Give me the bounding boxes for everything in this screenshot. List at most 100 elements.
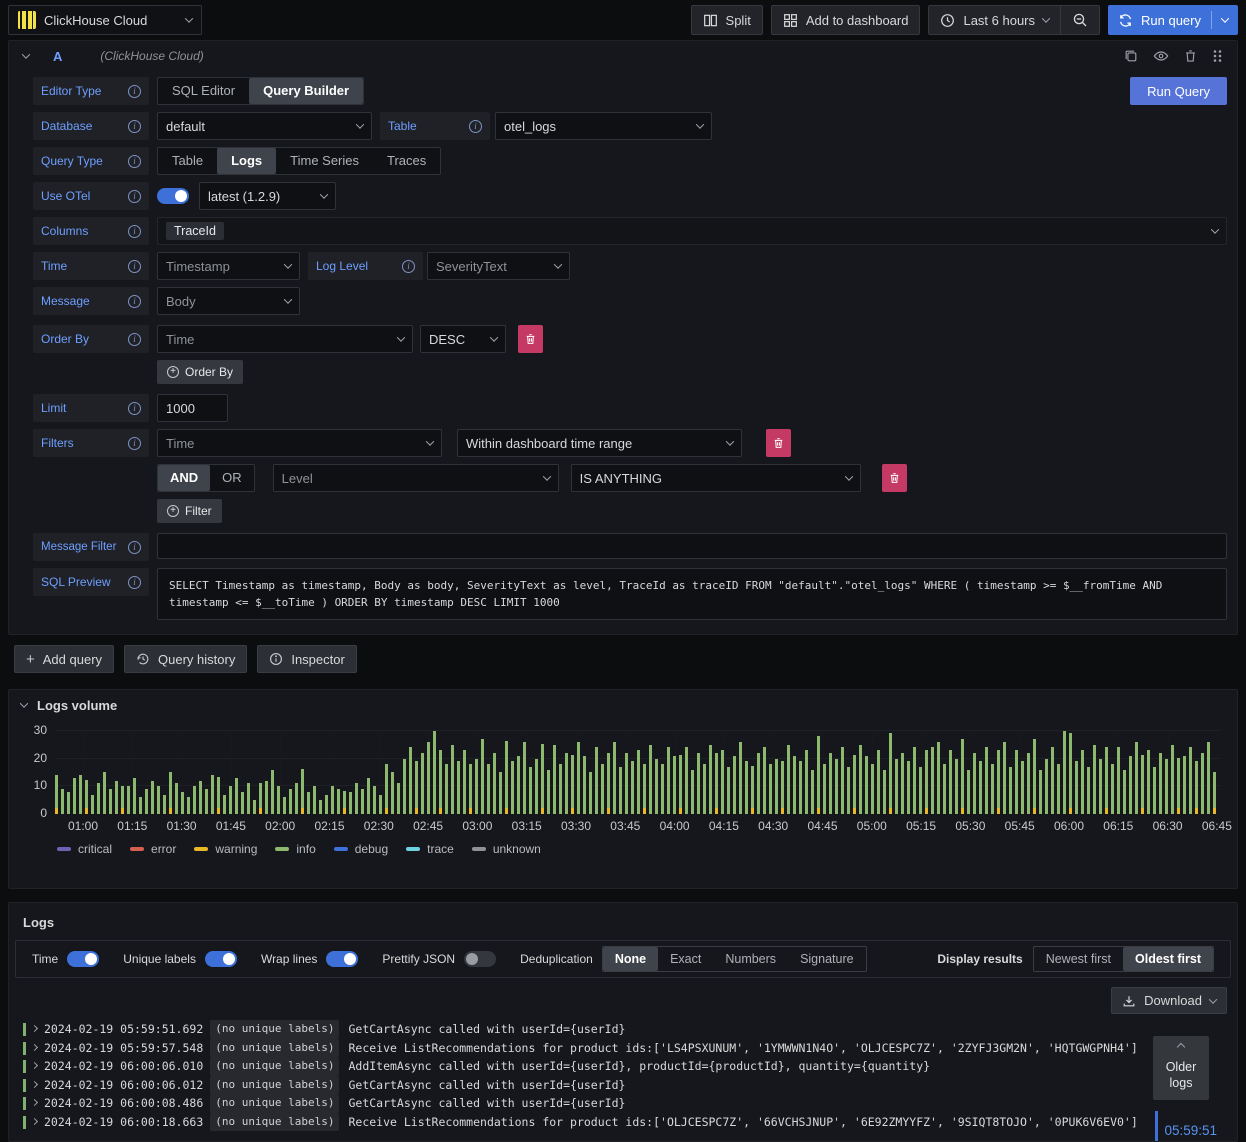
log-level-select[interactable]: SeverityText	[427, 252, 570, 280]
dedup-none[interactable]: None	[602, 947, 659, 971]
expand-row-chevron-icon[interactable]	[30, 1024, 39, 1033]
time-toggle[interactable]	[67, 951, 100, 967]
older-logs-button[interactable]: Older logs	[1153, 1036, 1209, 1100]
download-button[interactable]: Download	[1111, 987, 1227, 1014]
log-row[interactable]: 2024-02-19 06:00:06.012 (no unique labels…	[23, 1075, 1233, 1094]
dedup-exact[interactable]: Exact	[658, 947, 713, 971]
chevron-down-icon[interactable]	[1220, 14, 1230, 23]
query-type-time-series[interactable]: Time Series	[276, 148, 373, 174]
expand-row-chevron-icon[interactable]	[30, 1061, 39, 1070]
query-type-table[interactable]: Table	[158, 148, 217, 174]
add-query-button[interactable]: Add query	[14, 645, 115, 673]
remove-filter-button[interactable]	[766, 429, 791, 457]
info-icon[interactable]	[128, 259, 141, 273]
chart-bar	[535, 759, 538, 814]
hide-query-eye-icon[interactable]	[1153, 49, 1169, 63]
split-button[interactable]: Split	[690, 5, 763, 35]
expand-row-chevron-icon[interactable]	[30, 1043, 39, 1051]
legend-item-debug[interactable]: debug	[333, 842, 388, 856]
legend-item-critical[interactable]: critical	[57, 842, 112, 856]
dedup-signature[interactable]: Signature	[788, 947, 866, 971]
add-filter-button[interactable]: Filter	[157, 499, 222, 523]
collapse-chevron-icon[interactable]	[21, 50, 31, 59]
time-range-picker[interactable]: Last 6 hours	[928, 5, 1062, 35]
oldest-first-option[interactable]: Oldest first	[1123, 947, 1213, 971]
chart-bar	[649, 745, 652, 814]
chart-bar	[877, 750, 880, 814]
query-history-button[interactable]: Query history	[124, 645, 248, 673]
drag-handle-icon[interactable]	[1212, 49, 1223, 63]
info-icon[interactable]	[128, 332, 141, 346]
add-to-dashboard-button[interactable]: Add to dashboard	[770, 5, 921, 35]
run-query-button[interactable]: Run query	[1108, 5, 1238, 35]
filter-operator-select[interactable]: Within dashboard time range	[457, 429, 742, 457]
chart-bar	[1069, 733, 1072, 814]
info-icon[interactable]	[469, 119, 482, 133]
remove-filter2-button[interactable]	[881, 464, 907, 492]
info-icon[interactable]	[128, 224, 141, 238]
dedup-numbers[interactable]: Numbers	[713, 947, 788, 971]
table-select[interactable]: otel_logs	[495, 112, 712, 140]
filter-field-select[interactable]: Time	[157, 429, 442, 457]
newest-first-option[interactable]: Newest first	[1034, 947, 1123, 971]
order-by-field-select[interactable]: Time	[157, 325, 413, 353]
query-type-traces[interactable]: Traces	[373, 148, 440, 174]
sql-editor-option[interactable]: SQL Editor	[158, 78, 249, 104]
expand-row-chevron-icon[interactable]	[30, 1080, 39, 1088]
x-tick-label: 01:00	[67, 819, 99, 833]
log-row[interactable]: 2024-02-19 06:00:08.486 (no unique labels…	[23, 1094, 1233, 1113]
legend-item-error[interactable]: error	[130, 842, 176, 856]
unique-labels-toggle[interactable]	[204, 951, 237, 967]
filter2-operator-select[interactable]: IS ANYTHING	[570, 464, 861, 492]
duplicate-query-icon[interactable]	[1124, 49, 1138, 63]
expand-row-chevron-icon[interactable]	[30, 1098, 39, 1107]
columns-multiselect[interactable]: TraceId	[157, 217, 1227, 245]
query-builder-option[interactable]: Query Builder	[249, 78, 364, 104]
panel-run-query-button[interactable]: Run Query	[1130, 77, 1227, 105]
filter-join-and[interactable]: AND	[158, 465, 211, 491]
info-icon[interactable]	[128, 154, 141, 168]
legend-item-warning[interactable]: warning	[194, 842, 257, 856]
log-row[interactable]: 2024-02-19 06:00:18.663 (no unique labels…	[23, 1112, 1233, 1131]
log-row[interactable]: 2024-02-19 05:59:51.692 (no unique labels…	[23, 1020, 1233, 1039]
database-select[interactable]: default	[157, 112, 372, 140]
info-icon[interactable]	[128, 401, 141, 415]
timeline-marker[interactable]	[1155, 1111, 1159, 1141]
remove-order-by-button[interactable]	[518, 325, 543, 353]
use-otel-toggle[interactable]	[157, 188, 189, 204]
x-tick-label: 06:15	[1103, 819, 1134, 833]
info-icon[interactable]	[402, 259, 415, 273]
log-timestamp: 2024-02-19 06:00:06.010	[44, 1059, 204, 1073]
filter2-field-select[interactable]: Level	[272, 464, 559, 492]
collapse-chevron-icon[interactable]	[19, 699, 29, 708]
log-row[interactable]: 2024-02-19 05:59:57.548 (no unique labels…	[23, 1038, 1233, 1057]
datasource-picker[interactable]: ClickHouse Cloud	[8, 5, 202, 35]
filter-join-or[interactable]: OR	[210, 465, 254, 491]
info-icon[interactable]	[128, 436, 141, 450]
info-icon[interactable]	[128, 575, 141, 589]
message-filter-input[interactable]	[157, 533, 1227, 559]
log-row[interactable]: 2024-02-19 06:00:06.010 (no unique labels…	[23, 1057, 1233, 1076]
otel-version-select[interactable]: latest (1.2.9)	[199, 182, 336, 210]
query-type-logs[interactable]: Logs	[217, 148, 277, 174]
limit-input[interactable]: 1000	[157, 394, 228, 422]
info-icon[interactable]	[128, 540, 141, 554]
info-icon[interactable]	[128, 294, 141, 308]
legend-item-info[interactable]: info	[275, 842, 316, 856]
info-icon[interactable]	[128, 84, 141, 98]
time-column-select[interactable]: Timestamp	[157, 252, 300, 280]
legend-item-unknown[interactable]: unknown	[471, 842, 541, 856]
prettify-json-toggle[interactable]	[464, 951, 497, 967]
info-icon[interactable]	[128, 189, 141, 203]
zoom-out-button[interactable]	[1061, 5, 1101, 35]
inspector-button[interactable]: Inspector	[257, 645, 357, 673]
order-by-direction-select[interactable]: DESC	[420, 325, 506, 353]
delete-query-trash-icon[interactable]	[1184, 49, 1197, 63]
wrap-lines-toggle[interactable]	[326, 951, 359, 967]
column-chip-traceid[interactable]: TraceId	[166, 222, 224, 240]
add-order-by-button[interactable]: Order By	[157, 360, 244, 384]
message-column-select[interactable]: Body	[157, 287, 300, 315]
legend-item-trace[interactable]: trace	[406, 842, 454, 856]
info-icon[interactable]	[128, 119, 141, 133]
expand-row-chevron-icon[interactable]	[30, 1117, 39, 1125]
